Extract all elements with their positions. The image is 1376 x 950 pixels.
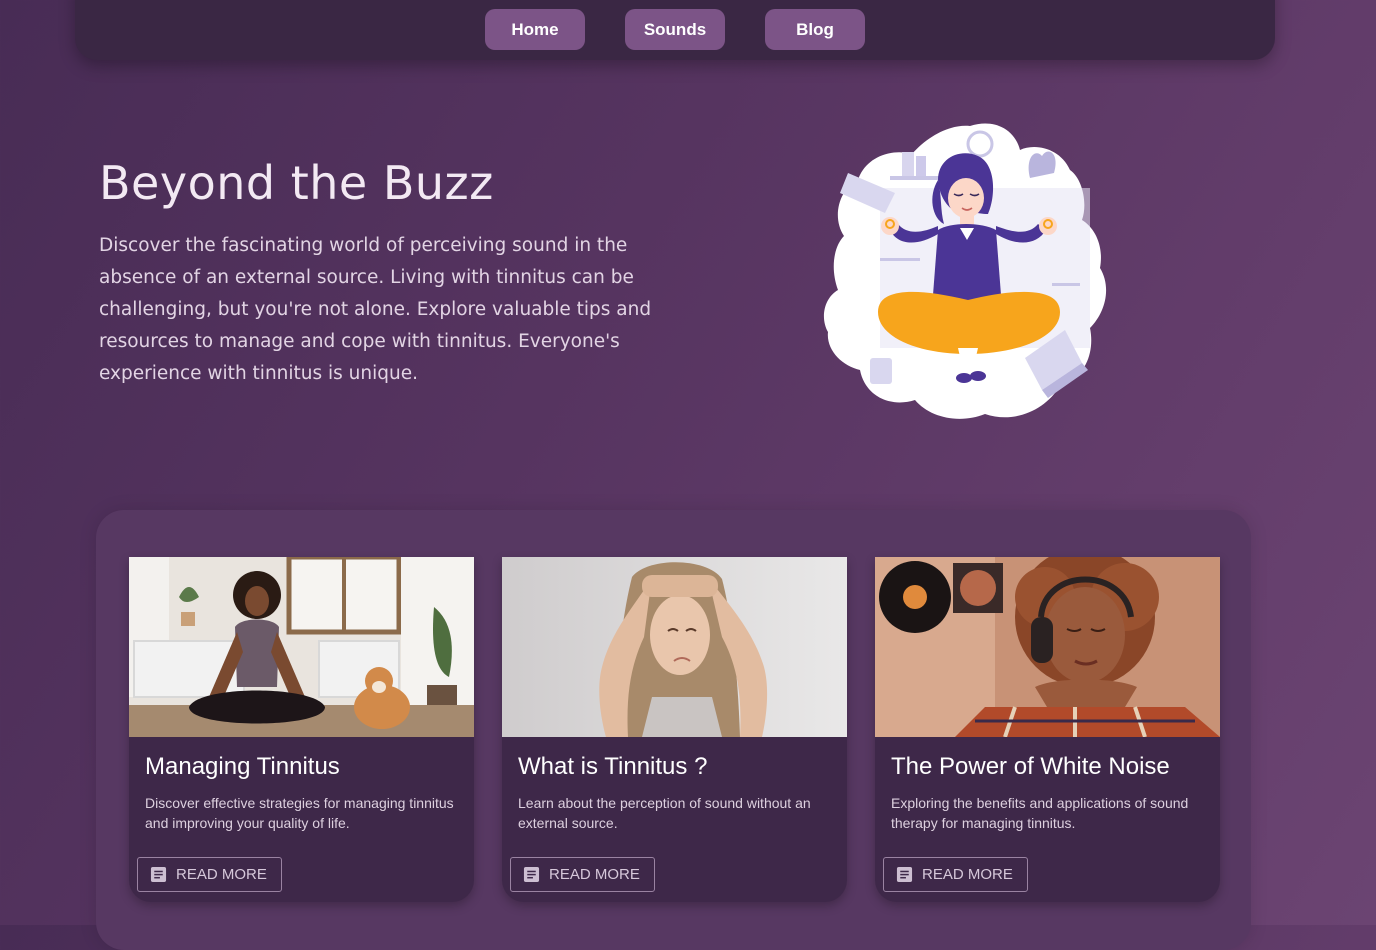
card-title: The Power of White Noise: [891, 753, 1170, 780]
article-icon: [523, 866, 540, 883]
nav-blog-button[interactable]: Blog: [765, 9, 865, 50]
woman-holding-head-photo: [502, 557, 847, 737]
top-navbar: Home Sounds Blog: [75, 0, 1275, 60]
nav-home-button[interactable]: Home: [485, 9, 585, 50]
woman-with-headphones-photo: [875, 557, 1220, 737]
article-icon: [896, 866, 913, 883]
article-card-what-is-tinnitus[interactable]: What is Tinnitus ? Learn about the perce…: [502, 557, 847, 902]
woman-meditating-with-dog-photo: [129, 557, 474, 737]
read-more-label: READ MORE: [922, 866, 1013, 883]
read-more-label: READ MORE: [176, 866, 267, 883]
read-more-button[interactable]: READ MORE: [883, 857, 1028, 892]
read-more-button[interactable]: READ MORE: [137, 857, 282, 892]
article-icon: [150, 866, 167, 883]
read-more-label: READ MORE: [549, 866, 640, 883]
nav-sounds-button[interactable]: Sounds: [625, 9, 725, 50]
card-title: What is Tinnitus ?: [518, 753, 708, 780]
card-description: Learn about the perception of sound with…: [518, 795, 811, 831]
hero-title: Beyond the Buzz: [99, 156, 494, 210]
article-card-managing-tinnitus[interactable]: Managing Tinnitus Discover effective str…: [129, 557, 474, 902]
meditating-woman-illustration: [823, 123, 1107, 419]
card-description: Exploring the benefits and applications …: [891, 795, 1189, 831]
card-title: Managing Tinnitus: [145, 753, 340, 780]
read-more-button[interactable]: READ MORE: [510, 857, 655, 892]
card-description: Discover effective strategies for managi…: [145, 795, 454, 831]
article-card-white-noise[interactable]: The Power of White Noise Exploring the b…: [875, 557, 1220, 902]
hero-description: Discover the fascinating world of percei…: [99, 235, 652, 384]
